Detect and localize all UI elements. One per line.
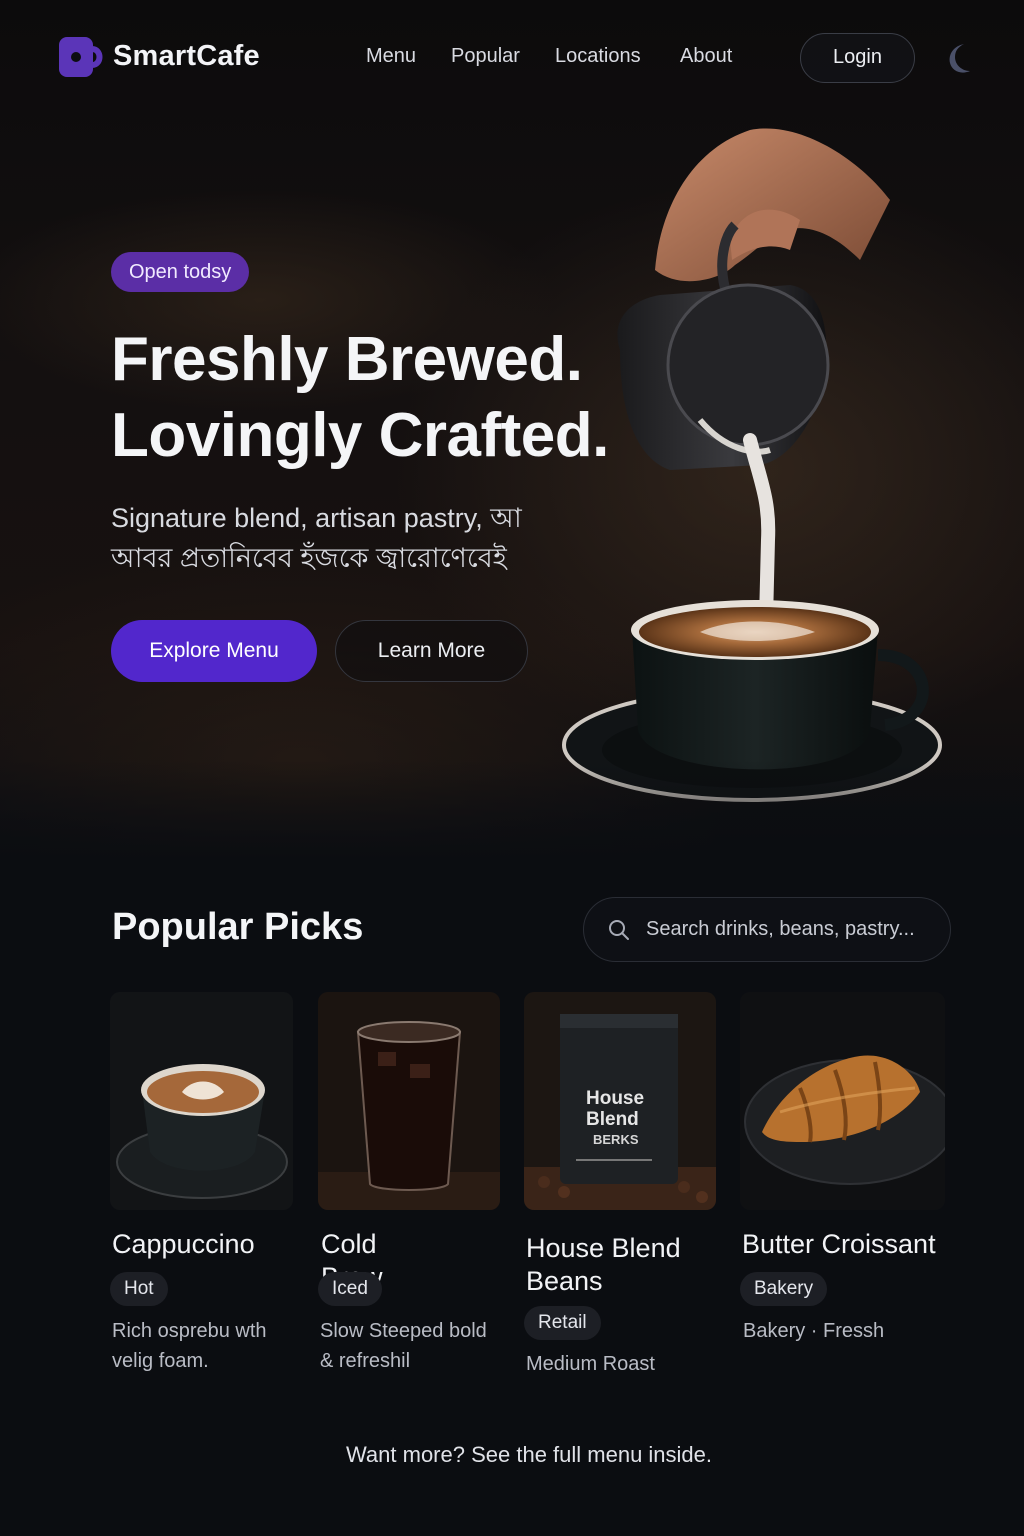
explore-menu-button[interactable]: Explore Menu (111, 620, 317, 682)
nav-link-menu[interactable]: Menu (366, 45, 416, 68)
login-button[interactable]: Login (800, 33, 915, 83)
croissant-image (740, 992, 945, 1210)
nav-link-popular[interactable]: Popular (451, 45, 520, 68)
learn-more-button[interactable]: Learn More (335, 620, 528, 682)
product-name: Cappuccino (112, 1229, 255, 1259)
search-box[interactable] (583, 897, 951, 962)
product-description: Bakery · Fressh (743, 1320, 885, 1342)
bag-label-line-2: Blend (586, 1109, 639, 1130)
section-title: Popular Picks (112, 906, 364, 948)
cappuccino-image (110, 992, 293, 1210)
hero-subtext: Signature blend, artisan pastry, আ আবর প… (111, 503, 522, 573)
product-name: House Blend Beans (526, 1233, 681, 1296)
product-tag: Bakery (740, 1272, 828, 1306)
headline-line-1: Freshly Brewed. (111, 325, 583, 394)
moon-icon[interactable] (940, 40, 976, 76)
product-description: Slow Steeped bold & refreshil (320, 1320, 487, 1372)
croissant-photo (740, 992, 945, 1210)
cappuccino-photo (110, 992, 293, 1210)
product-tag: Hot (110, 1272, 168, 1306)
full-menu-note: Want more? See the full menu inside. (345, 1442, 713, 1467)
nav-link-locations[interactable]: Locations (555, 45, 641, 68)
house-blend-image: House Blend BERKS (524, 992, 716, 1210)
bag-label-line-1: House (586, 1088, 645, 1109)
search-input[interactable] (646, 898, 936, 960)
search-icon (609, 920, 629, 940)
open-status-badge: Open todsy (111, 252, 250, 292)
latte-pour-image (562, 128, 942, 802)
product-description: Rich osprebu wth velig foam. (112, 1320, 267, 1372)
bag-label-line-3: BERKS (593, 1132, 639, 1147)
product-description: Medium Roast (526, 1353, 655, 1375)
hero-fade (0, 760, 1024, 860)
brand-name[interactable]: SmartCafe (113, 40, 260, 73)
cold-brew-photo (318, 992, 500, 1210)
top-nav: SmartCafe Menu Popular Locations About L… (0, 0, 1024, 116)
product-tag: Retail (524, 1306, 601, 1340)
landing-page: SmartCafe Menu Popular Locations About L… (0, 0, 1024, 1536)
headline-line-2: Lovingly Crafted. (111, 401, 609, 470)
cup-logo-icon (59, 37, 103, 77)
product-tag: Iced (318, 1272, 382, 1306)
cold-brew-image (318, 992, 500, 1210)
product-name: Butter Croissant (742, 1229, 936, 1259)
hero-headline: Freshly Brewed. Lovingly Crafted. (111, 322, 671, 474)
nav-link-about[interactable]: About (680, 45, 732, 68)
